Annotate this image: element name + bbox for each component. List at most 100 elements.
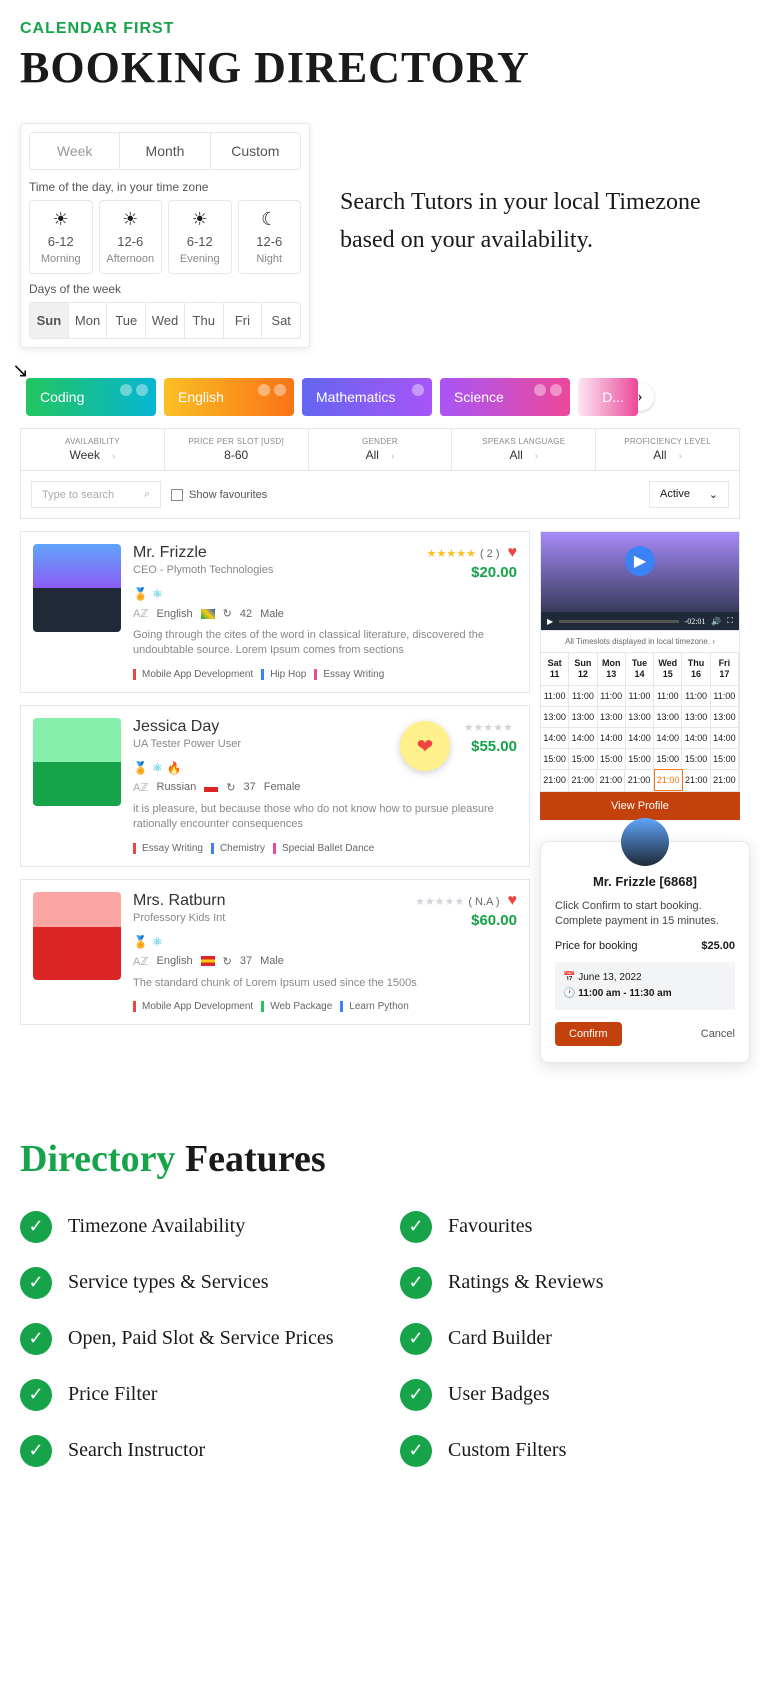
search-input[interactable]: Type to search⌕ bbox=[31, 481, 161, 508]
confirm-button[interactable]: Confirm bbox=[555, 1022, 622, 1046]
filter-gender[interactable]: GENDERAll› bbox=[309, 429, 453, 470]
feature-item: ✓Timezone Availability bbox=[20, 1211, 360, 1243]
view-profile-button[interactable]: View Profile bbox=[540, 792, 740, 820]
timeslot[interactable]: 21:00 bbox=[541, 769, 569, 791]
timeslot[interactable]: 14:00 bbox=[654, 727, 682, 748]
timeslot[interactable]: 13:00 bbox=[682, 706, 710, 727]
filter-proficiency[interactable]: PROFICIENCY LEVELAll› bbox=[596, 429, 739, 470]
timeslot[interactable]: 21:00 bbox=[569, 769, 597, 791]
cat-coding[interactable]: Coding bbox=[26, 378, 156, 416]
heart-icon[interactable]: ♥ bbox=[508, 892, 518, 909]
tutor-name[interactable]: Mr. Frizzle bbox=[133, 544, 273, 562]
timeslot[interactable]: 13:00 bbox=[654, 706, 682, 727]
timeslot[interactable]: 21:00 bbox=[711, 769, 739, 791]
timeslot[interactable]: 13:00 bbox=[711, 706, 739, 727]
day-tue[interactable]: Tue bbox=[107, 303, 146, 338]
timeslot[interactable]: 11:00 bbox=[626, 685, 654, 706]
tag[interactable]: Essay Writing bbox=[314, 669, 384, 680]
check-icon: ✓ bbox=[400, 1211, 432, 1243]
video-preview[interactable]: ▶ ▶-02:01🔊⛶ bbox=[540, 531, 740, 631]
timeslot[interactable]: 14:00 bbox=[711, 727, 739, 748]
play-icon[interactable]: ▶ bbox=[625, 546, 655, 576]
feature-item: ✓Card Builder bbox=[400, 1323, 740, 1355]
timeslot[interactable]: 14:00 bbox=[541, 727, 569, 748]
timeslot[interactable]: 11:00 bbox=[541, 685, 569, 706]
tag[interactable]: Web Package bbox=[261, 1001, 332, 1012]
avatar bbox=[33, 892, 121, 980]
day-sat[interactable]: Sat bbox=[262, 303, 300, 338]
tab-custom[interactable]: Custom bbox=[211, 133, 300, 169]
cat-english[interactable]: English bbox=[164, 378, 294, 416]
fullscreen-icon[interactable]: ⛶ bbox=[727, 616, 733, 626]
check-icon: ✓ bbox=[20, 1211, 52, 1243]
slot-header: Wed15 bbox=[654, 653, 682, 685]
check-icon: ✓ bbox=[400, 1379, 432, 1411]
timeslot[interactable]: 15:00 bbox=[654, 748, 682, 769]
timeslot[interactable]: 14:00 bbox=[626, 727, 654, 748]
status-select[interactable]: Active⌄ bbox=[649, 481, 729, 508]
timeslot[interactable]: 15:00 bbox=[711, 748, 739, 769]
timeslot[interactable]: 13:00 bbox=[598, 706, 626, 727]
timeslot[interactable]: 11:00 bbox=[711, 685, 739, 706]
heart-icon[interactable]: ♥ bbox=[508, 544, 518, 561]
timeslot[interactable]: 11:00 bbox=[654, 685, 682, 706]
timeslot[interactable]: 13:00 bbox=[626, 706, 654, 727]
timeslot[interactable]: 13:00 bbox=[569, 706, 597, 727]
favourites-checkbox[interactable]: Show favourites bbox=[171, 489, 267, 501]
tab-week[interactable]: Week bbox=[30, 133, 120, 169]
feature-item: ✓User Badges bbox=[400, 1379, 740, 1411]
day-mon[interactable]: Mon bbox=[69, 303, 108, 338]
tag[interactable]: Special Ballet Dance bbox=[273, 843, 374, 854]
daypart-afternoon[interactable]: ☀12-6Afternoon bbox=[99, 200, 163, 274]
cat-science[interactable]: Science bbox=[440, 378, 570, 416]
timeslot[interactable]: 15:00 bbox=[682, 748, 710, 769]
timeslot[interactable]: 15:00 bbox=[569, 748, 597, 769]
day-sun[interactable]: Sun bbox=[30, 303, 69, 338]
timeslot[interactable]: 21:00 bbox=[625, 769, 653, 791]
check-icon: ✓ bbox=[20, 1323, 52, 1355]
timeslot[interactable]: 15:00 bbox=[626, 748, 654, 769]
cancel-button[interactable]: Cancel bbox=[701, 1028, 735, 1040]
tutor-card: Mrs. RatburnProfessory Kids Int★★★★★( N.… bbox=[20, 879, 530, 1025]
timeslot[interactable]: 14:00 bbox=[569, 727, 597, 748]
tag[interactable]: Chemistry bbox=[211, 843, 265, 854]
calendar-tabs: Week Month Custom bbox=[29, 132, 301, 170]
day-wed[interactable]: Wed bbox=[146, 303, 185, 338]
filter-language[interactable]: SPEAKS LANGUAGEAll› bbox=[452, 429, 596, 470]
timeslot[interactable]: 11:00 bbox=[682, 685, 710, 706]
timeslot[interactable]: 11:00 bbox=[598, 685, 626, 706]
timeslot[interactable]: 11:00 bbox=[569, 685, 597, 706]
timeslot[interactable]: 14:00 bbox=[598, 727, 626, 748]
slot-header: Thu16 bbox=[682, 653, 710, 685]
day-thu[interactable]: Thu bbox=[185, 303, 224, 338]
search-row: Type to search⌕ Show favourites Active⌄ bbox=[20, 471, 740, 519]
tag[interactable]: Hip Hop bbox=[261, 669, 306, 680]
daypart-morning[interactable]: ☀6-12Morning bbox=[29, 200, 93, 274]
day-fri[interactable]: Fri bbox=[224, 303, 263, 338]
slot-header: Sat11 bbox=[541, 653, 569, 685]
tag[interactable]: Mobile App Development bbox=[133, 1001, 253, 1012]
tag[interactable]: Essay Writing bbox=[133, 843, 203, 854]
tutor-name[interactable]: Jessica Day bbox=[133, 718, 241, 736]
play-small-icon[interactable]: ▶ bbox=[547, 617, 553, 626]
filter-price[interactable]: PRICE PER SLOT [USD]8-60 bbox=[165, 429, 309, 470]
timeslot[interactable]: 13:00 bbox=[541, 706, 569, 727]
tutor-name[interactable]: Mrs. Ratburn bbox=[133, 892, 225, 910]
tag[interactable]: Mobile App Development bbox=[133, 669, 253, 680]
cat-next[interactable]: D... bbox=[578, 378, 638, 416]
timeslot[interactable]: 21:00 bbox=[597, 769, 625, 791]
timeslot[interactable]: 15:00 bbox=[598, 748, 626, 769]
timeslot[interactable]: 21:00 bbox=[683, 769, 711, 791]
filter-availability[interactable]: AVAILABILITYWeek› bbox=[21, 429, 165, 470]
timeslot[interactable]: 15:00 bbox=[541, 748, 569, 769]
timeslot[interactable]: 14:00 bbox=[682, 727, 710, 748]
daypart-night[interactable]: ☾12-6Night bbox=[238, 200, 302, 274]
booking-name: Mr. Frizzle [6868] bbox=[555, 874, 735, 889]
daypart-evening[interactable]: ☀6-12Evening bbox=[168, 200, 232, 274]
tab-month[interactable]: Month bbox=[120, 133, 210, 169]
tag[interactable]: Learn Python bbox=[340, 1001, 409, 1012]
hero-text: Search Tutors in your local Timezone bas… bbox=[340, 123, 740, 348]
timeslot[interactable]: 21:00 bbox=[654, 769, 683, 791]
cat-math[interactable]: Mathematics bbox=[302, 378, 432, 416]
volume-icon[interactable]: 🔊 bbox=[711, 617, 721, 626]
